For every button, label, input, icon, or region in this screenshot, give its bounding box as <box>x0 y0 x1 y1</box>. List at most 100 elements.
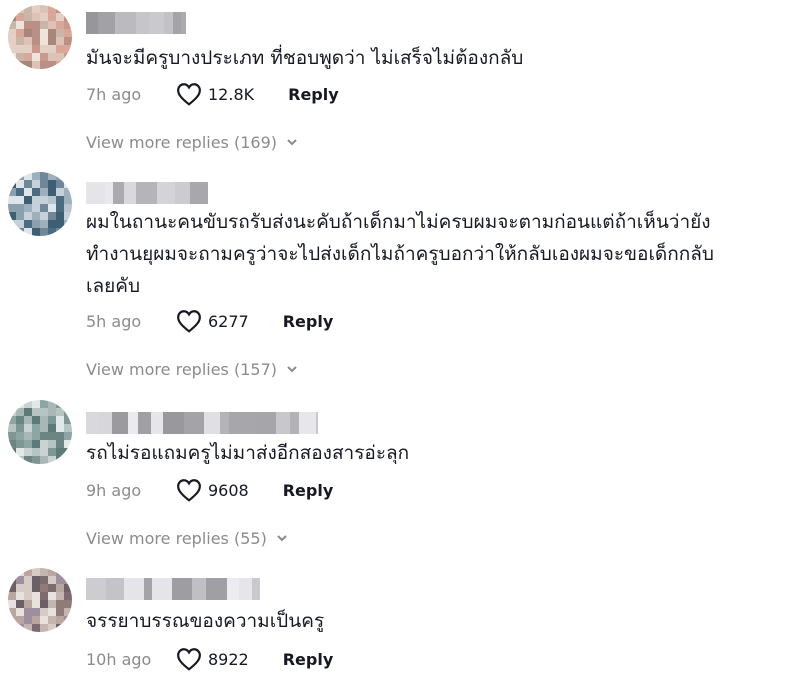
chevron-down-icon <box>277 535 287 542</box>
avatar-pixel <box>16 53 24 61</box>
avatar-pixel <box>16 600 24 608</box>
avatar-pixel <box>24 432 32 440</box>
avatar-pixel <box>32 456 40 464</box>
view-more-replies[interactable]: View more replies (169) <box>86 129 299 155</box>
reply-button[interactable]: Reply <box>283 481 334 500</box>
avatar-pixel <box>64 53 72 61</box>
avatar-pixel <box>16 61 24 69</box>
avatar-pixel <box>32 212 40 220</box>
avatar-pixel <box>56 592 64 600</box>
avatar-pixel <box>48 212 56 220</box>
heart-outline-icon <box>177 83 201 106</box>
avatar-pixel <box>32 172 40 180</box>
view-more-replies[interactable]: View more replies (157) <box>86 356 299 382</box>
username-blur-block <box>175 182 190 204</box>
username-blur-block <box>112 412 128 434</box>
avatar-pixel <box>40 608 48 616</box>
username-blur-block <box>192 578 206 600</box>
avatar-pixel <box>40 204 48 212</box>
avatar-pixel <box>8 568 16 576</box>
username-blurred[interactable] <box>86 412 318 434</box>
avatar-pixel <box>48 576 56 584</box>
heart-outline-icon <box>177 479 201 502</box>
username-blurred[interactable] <box>86 578 260 600</box>
avatar-pixel <box>64 568 72 576</box>
like-button[interactable]: 9608 <box>176 478 249 502</box>
avatar-pixel <box>8 212 16 220</box>
avatar-pixel <box>32 616 40 624</box>
avatar-pixel <box>48 400 56 408</box>
avatar-pixel <box>40 440 48 448</box>
avatar-pixel <box>40 220 48 228</box>
comment-timestamp: 5h ago <box>86 311 142 331</box>
chevron-down-icon <box>287 139 297 146</box>
avatar-pixel <box>16 29 24 37</box>
avatar-pixel <box>48 228 56 236</box>
avatar-pixel <box>64 600 72 608</box>
reply-button[interactable]: Reply <box>283 650 334 669</box>
comment-timestamp: 9h ago <box>86 480 142 500</box>
username-blurred[interactable] <box>86 182 208 204</box>
comment-actions: 5h ago 6277 Reply <box>86 307 333 335</box>
avatar-pixel <box>40 228 48 236</box>
avatar-pixel <box>24 37 32 45</box>
avatar-pixel <box>40 180 48 188</box>
avatar-pixel <box>48 45 56 53</box>
avatar-pixel <box>8 13 16 21</box>
avatar-pixel <box>32 228 40 236</box>
avatar-pixel <box>32 13 40 21</box>
avatar-pixel <box>16 5 24 13</box>
like-count: 9608 <box>208 480 249 500</box>
username-blur-block <box>181 12 186 34</box>
reply-button[interactable]: Reply <box>288 85 339 104</box>
avatar-pixel <box>32 37 40 45</box>
username-blur-block <box>173 12 181 34</box>
avatar-pixel <box>48 424 56 432</box>
avatar-pixel <box>8 5 16 13</box>
avatar-pixel <box>48 180 56 188</box>
username-blur-block <box>124 182 136 204</box>
like-count: 6277 <box>208 311 249 331</box>
username-blur-block <box>86 412 99 434</box>
username-blurred[interactable] <box>86 12 186 34</box>
avatar-pixel <box>24 568 32 576</box>
avatar[interactable] <box>8 5 72 69</box>
view-more-replies[interactable]: View more replies (55) <box>86 525 289 551</box>
avatar-pixel <box>24 624 32 632</box>
avatar-pixel <box>16 37 24 45</box>
avatar-pixel <box>40 21 48 29</box>
avatar-pixel <box>16 21 24 29</box>
comment-actions: 9h ago 9608 Reply <box>86 476 333 504</box>
avatar[interactable] <box>8 568 72 632</box>
like-button[interactable]: 8922 <box>176 647 249 671</box>
comment-timestamp: 7h ago <box>86 84 142 104</box>
avatar-pixel <box>48 53 56 61</box>
reply-button[interactable]: Reply <box>283 312 334 331</box>
avatar[interactable] <box>8 400 72 464</box>
avatar-pixel <box>64 172 72 180</box>
avatar-pixel <box>32 408 40 416</box>
username-blur-block <box>204 412 220 434</box>
username-blur-block <box>115 12 136 34</box>
avatar-pixel <box>32 204 40 212</box>
like-button[interactable]: 6277 <box>176 309 249 333</box>
avatar-pixel <box>64 432 72 440</box>
avatar-pixel <box>56 448 64 456</box>
avatar-pixel <box>64 608 72 616</box>
username-blur-block <box>276 412 290 434</box>
avatar-pixel <box>8 432 16 440</box>
view-more-label: View more replies (157) <box>86 359 277 379</box>
heart-outline-icon <box>177 310 201 333</box>
like-button[interactable]: 12.8K <box>176 82 254 106</box>
avatar-pixel <box>56 416 64 424</box>
avatar[interactable] <box>8 172 72 236</box>
avatar-pixel <box>40 172 48 180</box>
avatar-pixel <box>40 568 48 576</box>
avatar-pixel <box>56 188 64 196</box>
username-blur-block <box>86 578 106 600</box>
avatar-pixel <box>16 576 24 584</box>
view-more-label: View more replies (169) <box>86 132 277 152</box>
avatar-pixel <box>40 212 48 220</box>
avatar-pixel <box>8 576 16 584</box>
avatar-pixel <box>8 188 16 196</box>
